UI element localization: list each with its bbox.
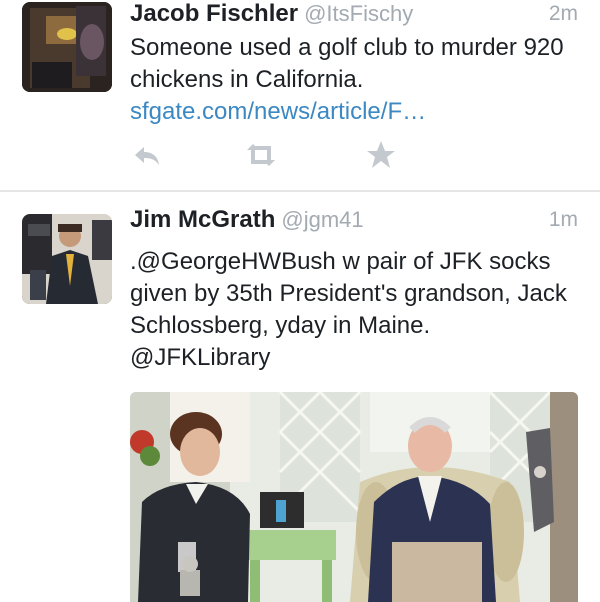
avatar[interactable] (22, 2, 112, 92)
author-handle[interactable]: @jgm41 (281, 207, 363, 232)
tweet-text: .@GeorgeHWBush w pair of JFK socks given… (130, 246, 576, 374)
reply-icon[interactable] (130, 138, 164, 172)
avatar-image (22, 2, 112, 92)
tweet-body: Someone used a golf club to murder 920 c… (130, 34, 564, 93)
tweet[interactable]: Jim McGrath @jgm41 1m .@GeorgeHWBush w pa… (0, 192, 600, 602)
tweet-timestamp: 1m (548, 208, 578, 231)
tweet-link[interactable]: sfgate.com/news/article/F… (130, 96, 576, 128)
tweet-actions (130, 138, 430, 172)
avatar[interactable] (22, 214, 112, 304)
tweet-text: Someone used a golf club to murder 920 c… (130, 32, 576, 128)
favorite-icon[interactable] (364, 138, 398, 172)
retweet-icon[interactable] (244, 138, 278, 172)
tweet-header: Jacob Fischler @ItsFischy 2m (130, 0, 578, 30)
tweet-header: Jim McGrath @jgm41 1m (130, 206, 578, 236)
tweet-photo[interactable] (130, 392, 578, 602)
tweet-timestamp: 2m (548, 2, 578, 25)
photo-image (130, 392, 578, 602)
author-name[interactable]: Jacob Fischler (130, 0, 298, 27)
avatar-image (22, 214, 112, 304)
tweet[interactable]: Jacob Fischler @ItsFischy 2m Someone used… (0, 0, 600, 190)
author-name[interactable]: Jim McGrath (130, 206, 275, 233)
tweet-body: .@GeorgeHWBush w pair of JFK socks given… (130, 248, 567, 371)
author-handle[interactable]: @ItsFischy (304, 1, 413, 26)
